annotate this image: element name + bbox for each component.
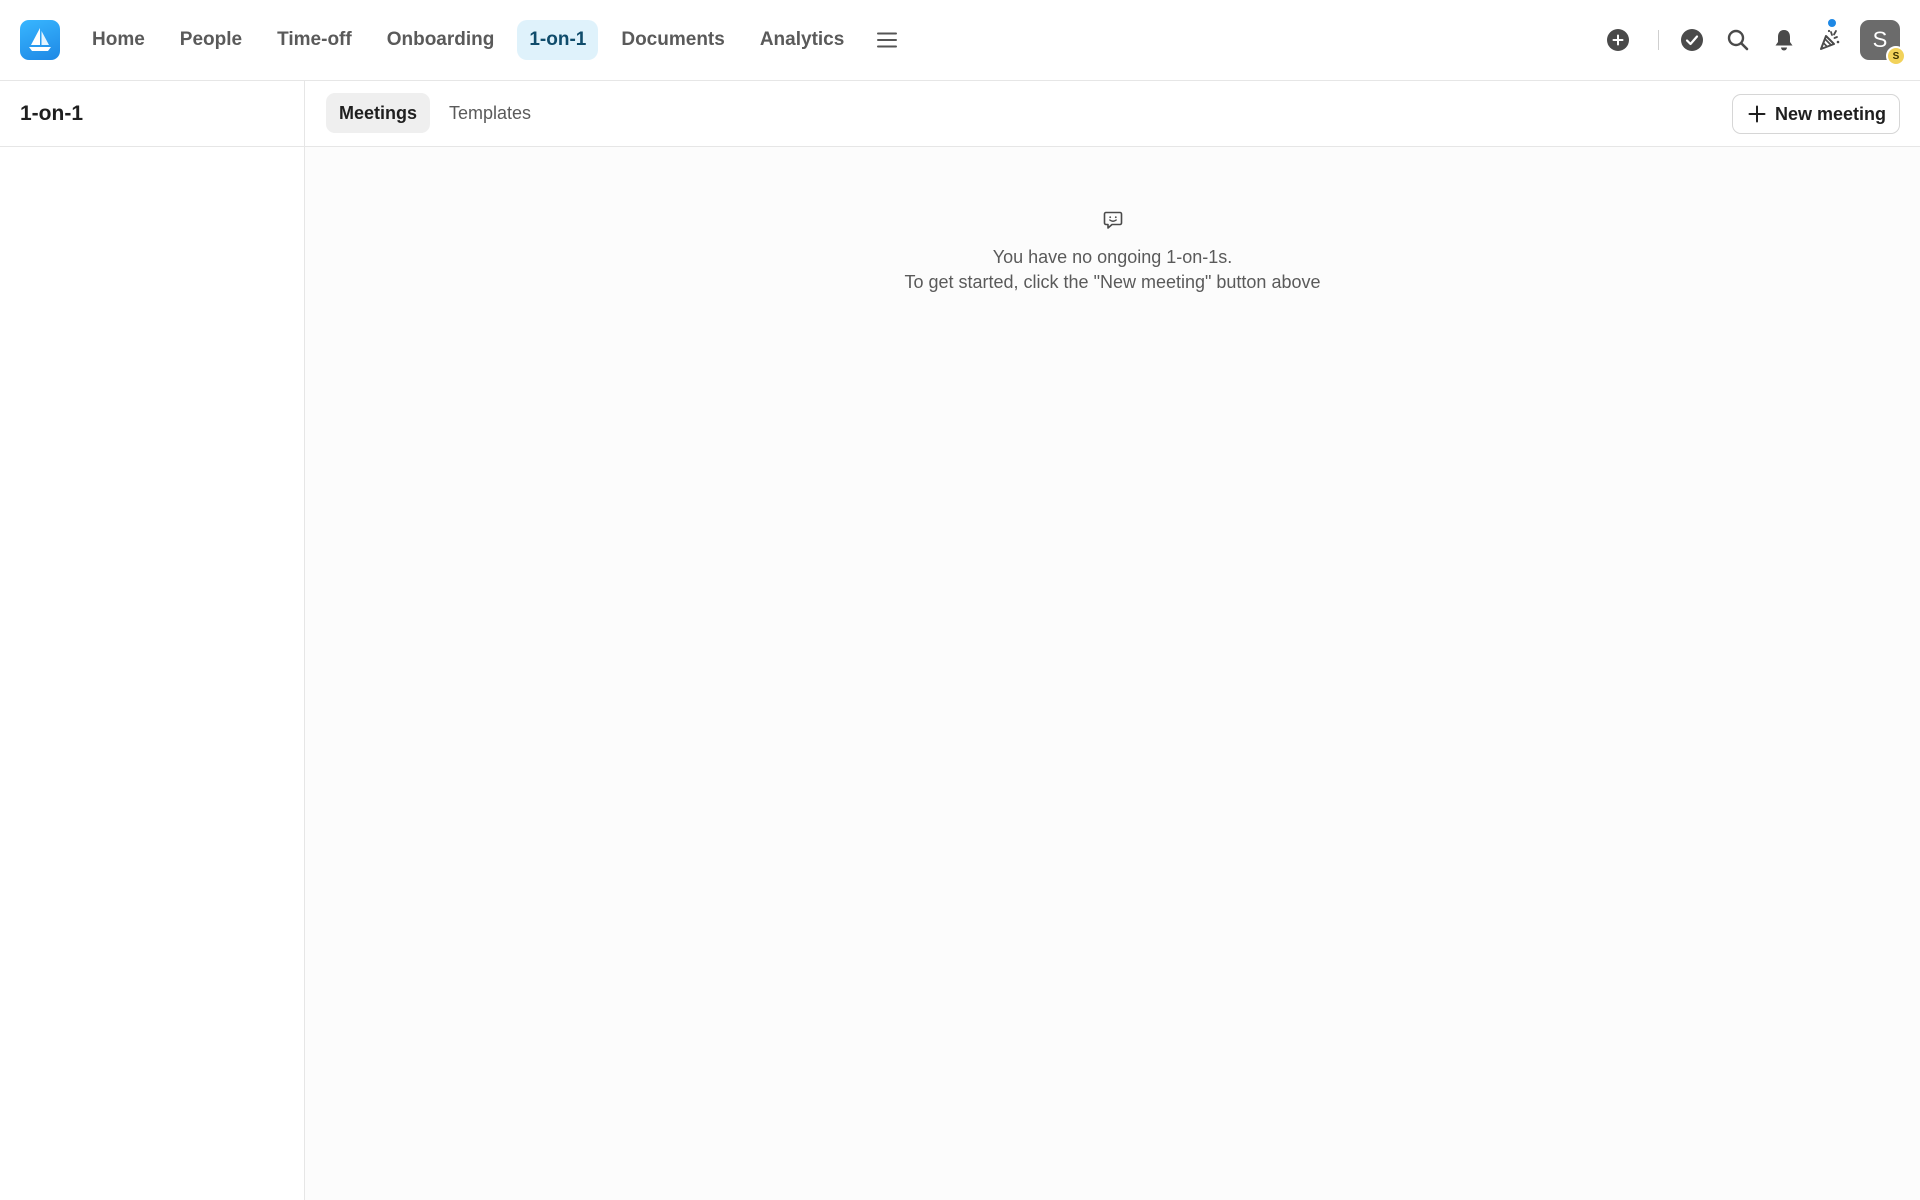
empty-state: You have no ongoing 1-on-1s. To get star…	[305, 147, 1920, 295]
sailboat-logo-icon	[29, 28, 51, 51]
search-icon	[1727, 29, 1749, 51]
bell-icon	[1775, 30, 1793, 51]
hamburger-menu-icon	[877, 32, 898, 48]
nav-item-time-off[interactable]: Time-off	[265, 20, 364, 60]
search-button[interactable]	[1722, 24, 1754, 56]
nav-item-documents[interactable]: Documents	[609, 20, 736, 60]
main-nav: Home People Time-off Onboarding 1-on-1 D…	[80, 20, 907, 60]
new-meeting-label: New meeting	[1774, 103, 1886, 124]
tab-meetings[interactable]: Meetings	[326, 93, 431, 133]
avatar-badge: S	[1886, 46, 1906, 66]
quick-add-button[interactable]	[1602, 24, 1634, 56]
add-circle-icon	[1607, 29, 1629, 51]
more-menu-button[interactable]	[867, 20, 907, 60]
avatar-initial: S	[1872, 27, 1888, 52]
nav-item-onboarding[interactable]: Onboarding	[375, 20, 507, 60]
check-circle-icon	[1681, 29, 1703, 51]
content-toolbar: Meetings Templates New meeting	[305, 81, 1920, 147]
sidebar-header: 1-on-1	[0, 81, 304, 147]
app-logo[interactable]	[20, 20, 60, 60]
header-divider	[1658, 30, 1659, 50]
user-avatar[interactable]: S S	[1860, 20, 1906, 66]
chat-bubble-smile-icon	[1103, 211, 1122, 229]
new-updates-dot	[1826, 17, 1838, 29]
notifications-button[interactable]	[1768, 24, 1800, 56]
header-actions: S S	[1560, 0, 1920, 80]
empty-state-hint: To get started, click the "New meeting" …	[904, 272, 1321, 292]
nav-item-1-on-1[interactable]: 1-on-1	[517, 20, 599, 60]
left-sidebar: 1-on-1	[0, 81, 305, 1200]
tab-templates[interactable]: Templates	[436, 93, 544, 133]
plus-icon	[1748, 105, 1766, 123]
empty-state-message: You have no ongoing 1-on-1s.	[992, 247, 1233, 267]
party-popper-icon	[1820, 29, 1840, 50]
content-tabs: Meetings Templates	[326, 93, 544, 133]
nav-item-home[interactable]: Home	[80, 20, 157, 60]
new-meeting-button[interactable]: New meeting	[1731, 94, 1900, 134]
nav-item-people[interactable]: People	[168, 20, 254, 60]
top-navigation-bar: Home People Time-off Onboarding 1-on-1 D…	[0, 0, 1920, 81]
tasks-button[interactable]	[1676, 24, 1708, 56]
page-title: 1-on-1	[20, 101, 83, 125]
nav-item-analytics[interactable]: Analytics	[748, 20, 856, 60]
